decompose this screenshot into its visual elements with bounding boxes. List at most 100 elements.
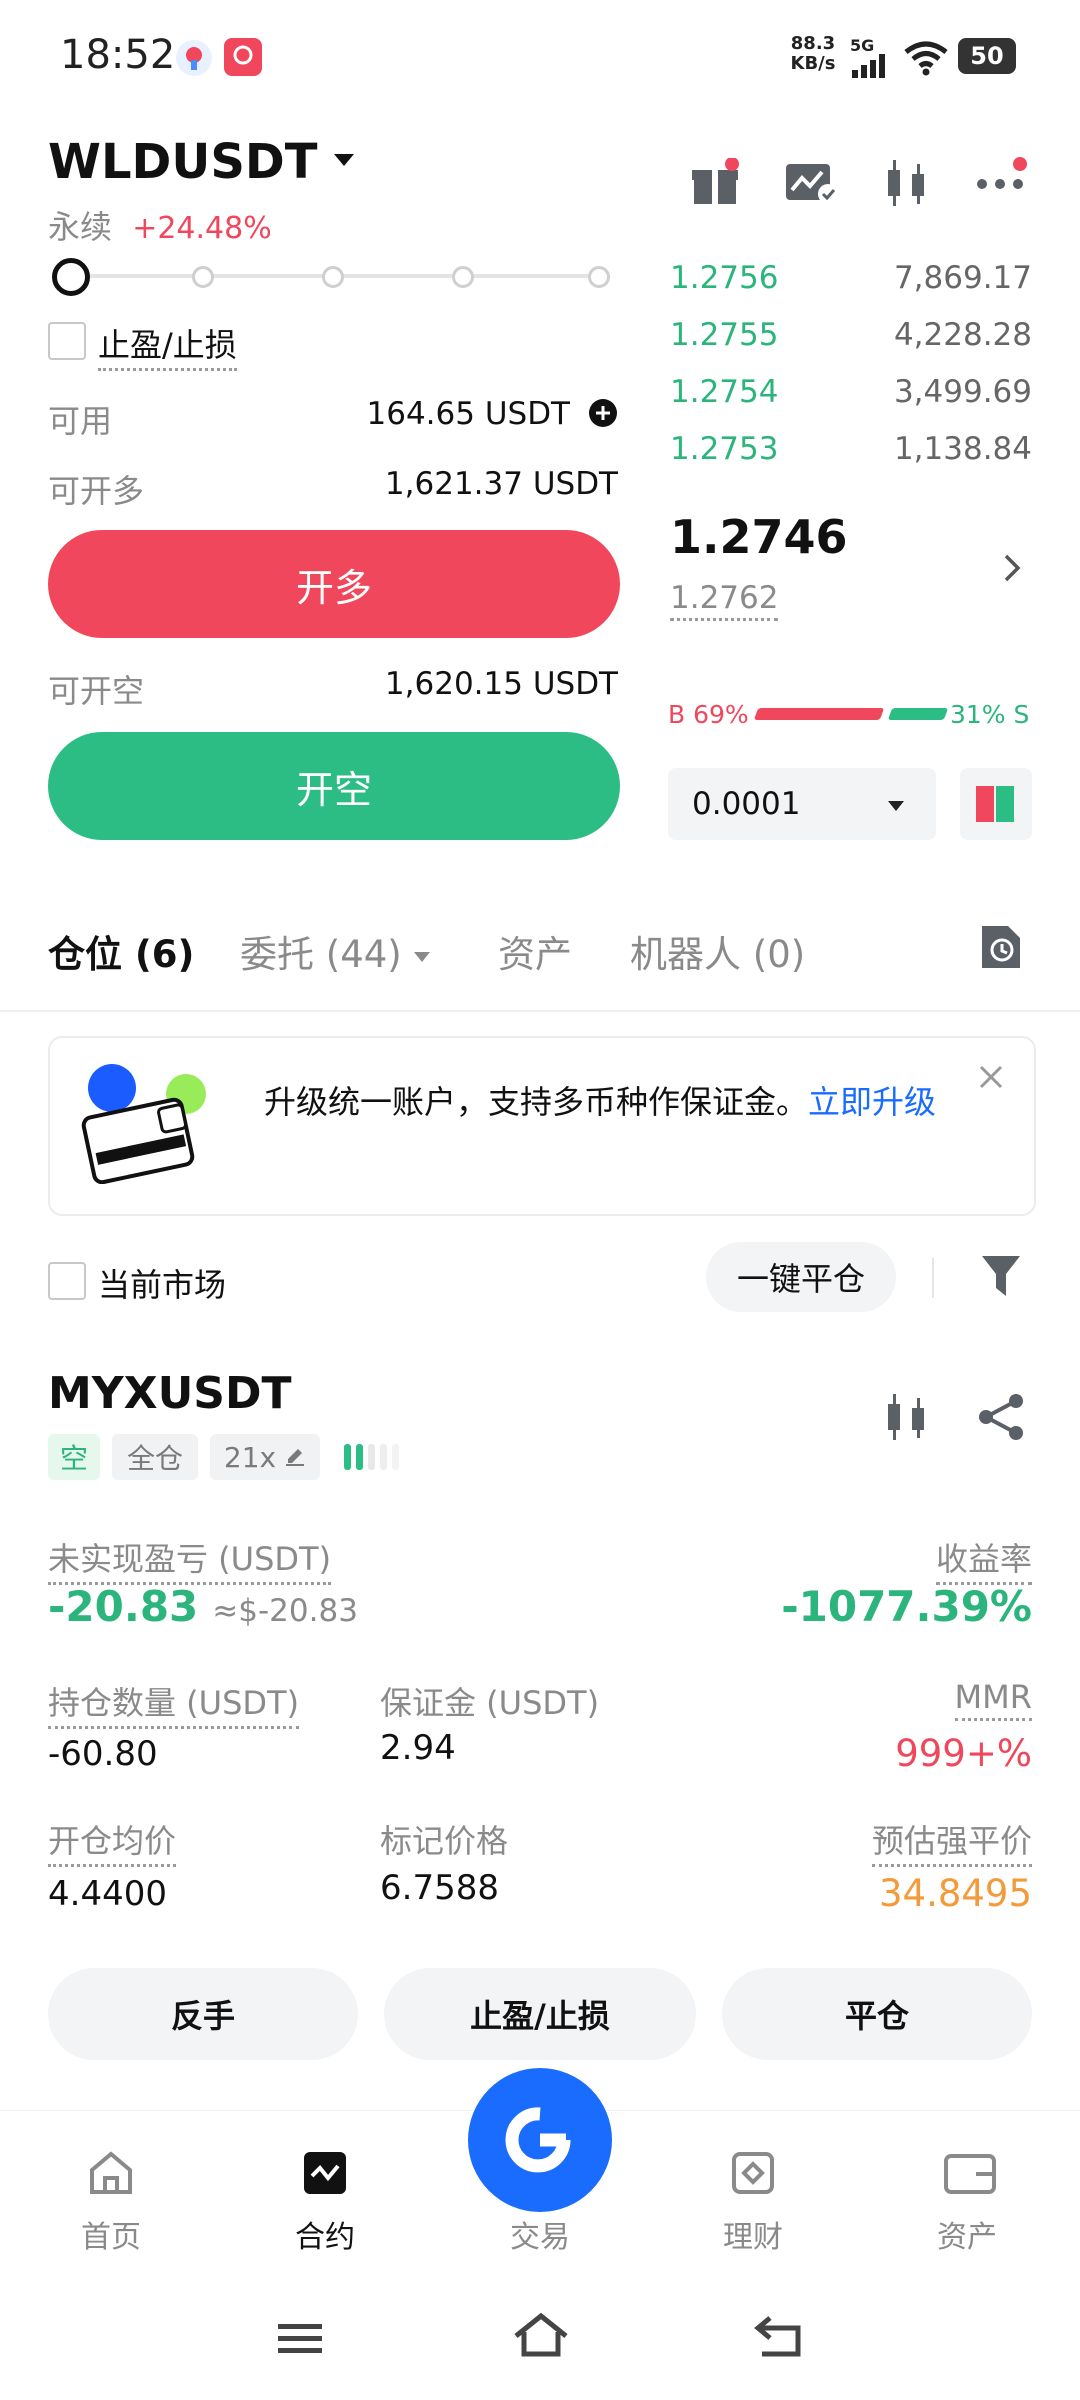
filter-icon[interactable] [980,1252,1022,1304]
open-short-button[interactable]: 开空 [48,732,620,840]
current-market-checkbox[interactable] [48,1262,86,1300]
status-bar: 18:52 88.3 KB/s 5G 50 [0,0,1080,110]
open-long-button[interactable]: 开多 [48,530,620,638]
ask-row[interactable]: 1.2754 3,499.69 [670,374,1032,414]
tp-sl-button[interactable]: 止盈/止损 [384,1968,696,2060]
contract-type: 永续 +24.48% [48,202,272,248]
size-value: -60.80 [48,1734,158,1774]
more-icon[interactable] [976,154,1032,204]
upgrade-link[interactable]: 立即升级 [808,1083,936,1121]
nav-assets-label: 资产 [937,2220,997,2255]
pair-selector[interactable]: WLDUSDT [48,134,356,190]
add-funds-icon[interactable] [588,398,618,432]
precision-dropdown[interactable]: 0.0001 [668,768,936,840]
chevron-right-icon[interactable] [1002,552,1022,588]
system-home-icon[interactable] [512,2312,570,2362]
chart-check-icon[interactable] [784,160,838,210]
system-menu-icon[interactable] [276,2318,324,2362]
tab-orders-label: 委托 (44) [240,933,402,976]
position-symbol[interactable]: MYXUSDT [48,1368,292,1419]
close-icon[interactable] [976,1062,1006,1096]
pnl-value: -20.83 [48,1582,199,1631]
roe-label[interactable]: 收益率 [935,1534,1032,1585]
open-long-button-label: 开多 [295,565,372,610]
entry-value: 4.4400 [48,1874,167,1914]
edit-icon [284,1441,306,1474]
ask-price: 1.2755 [670,317,779,353]
ask-price: 1.2753 [670,431,779,467]
tp-sl-label[interactable]: 止盈/止损 [98,320,237,371]
buy-ratio-bar [753,708,885,720]
home-icon [88,2150,134,2196]
nav-futures[interactable]: 合约 [260,2150,390,2256]
tab-bots[interactable]: 机器人 (0) [630,924,805,978]
ask-row[interactable]: 1.2756 7,869.17 [670,260,1032,300]
pair-title: WLDUSDT [48,134,318,190]
close-all-button[interactable]: 一键平仓 [706,1242,896,1312]
nav-futures-label: 合约 [295,2220,355,2255]
contract-type-label: 永续 [48,208,113,246]
pnl-label[interactable]: 未实现盈亏 (USDT) [48,1534,332,1585]
precision-value: 0.0001 [692,786,801,822]
share-icon[interactable] [976,1392,1026,1446]
close-all-label: 一键平仓 [736,1260,865,1298]
ask-qty: 3,499.69 [893,374,1032,410]
reverse-button[interactable]: 反手 [48,1968,358,2060]
futures-icon [302,2150,348,2196]
open-long-label: 可开多 [48,472,145,510]
divider [932,1258,934,1298]
nav-earn[interactable]: 理财 [688,2150,818,2256]
leverage-slider[interactable] [52,256,612,296]
available-label: 可用 [48,402,113,440]
caret-down-icon [886,798,906,817]
nav-trade-label-wrap[interactable]: 交易 [475,2150,605,2256]
slider-step[interactable] [322,266,344,288]
gift-icon[interactable] [690,157,740,212]
slider-step[interactable] [452,266,474,288]
roe-value: -1077.39% [781,1582,1032,1631]
tab-orders[interactable]: 委托 (44) [240,924,432,978]
status-time: 18:52 [60,32,176,78]
upgrade-banner[interactable]: 升级统一账户，支持多币种作保证金。立即升级 [48,1036,1036,1216]
mmr-value: 999+% [895,1732,1032,1775]
ask-row[interactable]: 1.2753 1,138.84 [670,431,1032,471]
close-position-button-label: 平仓 [844,1997,909,2035]
wifi-icon [902,38,950,80]
available-value: 164.65 USDT [366,396,571,432]
mark-label: 标记价格 [380,1822,509,1860]
earn-icon [730,2150,776,2196]
ask-row[interactable]: 1.2755 4,228.28 [670,317,1032,357]
candlestick-icon[interactable] [882,158,930,212]
history-icon[interactable] [978,922,1024,976]
current-market-label: 当前市场 [98,1266,227,1304]
nav-trade-label: 交易 [510,2220,570,2255]
leverage-value: 21x [223,1440,277,1474]
slider-handle[interactable] [52,258,90,296]
wallet-illustration [78,1064,208,1188]
system-back-icon[interactable] [754,2314,804,2362]
depth-layout-icon[interactable] [960,768,1032,840]
slider-step[interactable] [192,266,214,288]
nav-assets[interactable]: 资产 [902,2150,1032,2256]
tp-sl-checkbox[interactable] [48,322,86,360]
mark-price[interactable]: 1.2762 [670,580,779,621]
caret-down-icon [412,930,432,973]
leverage-badge[interactable]: 21x [210,1434,320,1480]
close-position-button[interactable]: 平仓 [722,1968,1032,2060]
slider-step[interactable] [588,266,610,288]
liq-label[interactable]: 预估强平价 [871,1816,1032,1867]
open-short-label: 可开空 [48,672,145,710]
mmr-label[interactable]: MMR [954,1678,1032,1721]
buy-sell-ratio-bar [753,708,949,720]
sell-ratio: 31% S [950,700,1030,729]
size-label[interactable]: 持仓数量 (USDT) [48,1678,300,1729]
candlestick-icon[interactable] [882,1392,930,1446]
caret-down-icon [332,152,356,172]
nav-home[interactable]: 首页 [46,2150,176,2256]
pnl-row: -20.83 ≈$-20.83 [48,1582,358,1631]
tab-assets[interactable]: 资产 [498,924,572,978]
mark-value: 6.7588 [380,1868,499,1908]
banner-message: 升级统一账户，支持多币种作保证金。 [264,1083,809,1121]
tab-positions[interactable]: 仓位 (6) [48,924,194,978]
entry-label[interactable]: 开仓均价 [48,1816,177,1867]
